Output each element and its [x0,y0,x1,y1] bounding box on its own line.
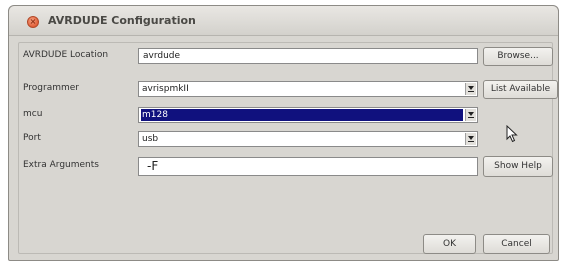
cancel-button[interactable]: Cancel [483,234,550,254]
settings-panel [18,42,553,254]
port-value: usb [142,134,159,144]
chevron-down-icon[interactable] [465,83,476,95]
extra-arguments-input[interactable]: -F [138,157,478,176]
window-title: AVRDUDE Configuration [48,14,196,27]
show-help-button[interactable]: Show Help [483,156,553,177]
programmer-value: avrispmkII [142,84,189,94]
chevron-down-icon[interactable] [465,133,476,145]
port-label: Port [23,133,41,143]
close-icon[interactable]: × [27,16,39,28]
mcu-select[interactable]: m128 [138,107,478,123]
browse-button[interactable]: Browse... [483,47,553,66]
mouse-pointer-icon [506,125,518,143]
avrdude-location-label: AVRDUDE Location [23,50,109,60]
ok-button[interactable]: OK [423,234,476,254]
mcu-value: m128 [141,109,463,121]
extra-arguments-label: Extra Arguments [23,160,99,170]
avrdude-config-dialog: × AVRDUDE Configuration AVRDUDE Location… [8,5,559,261]
programmer-label: Programmer [23,83,79,93]
programmer-select[interactable]: avrispmkII [138,81,478,97]
port-select[interactable]: usb [138,131,478,147]
avrdude-location-input[interactable]: avrdude [138,48,478,64]
title-bar[interactable]: × AVRDUDE Configuration [9,6,558,36]
mcu-label: mcu [23,109,43,119]
chevron-down-icon[interactable] [465,109,476,121]
list-available-button[interactable]: List Available [483,80,558,99]
